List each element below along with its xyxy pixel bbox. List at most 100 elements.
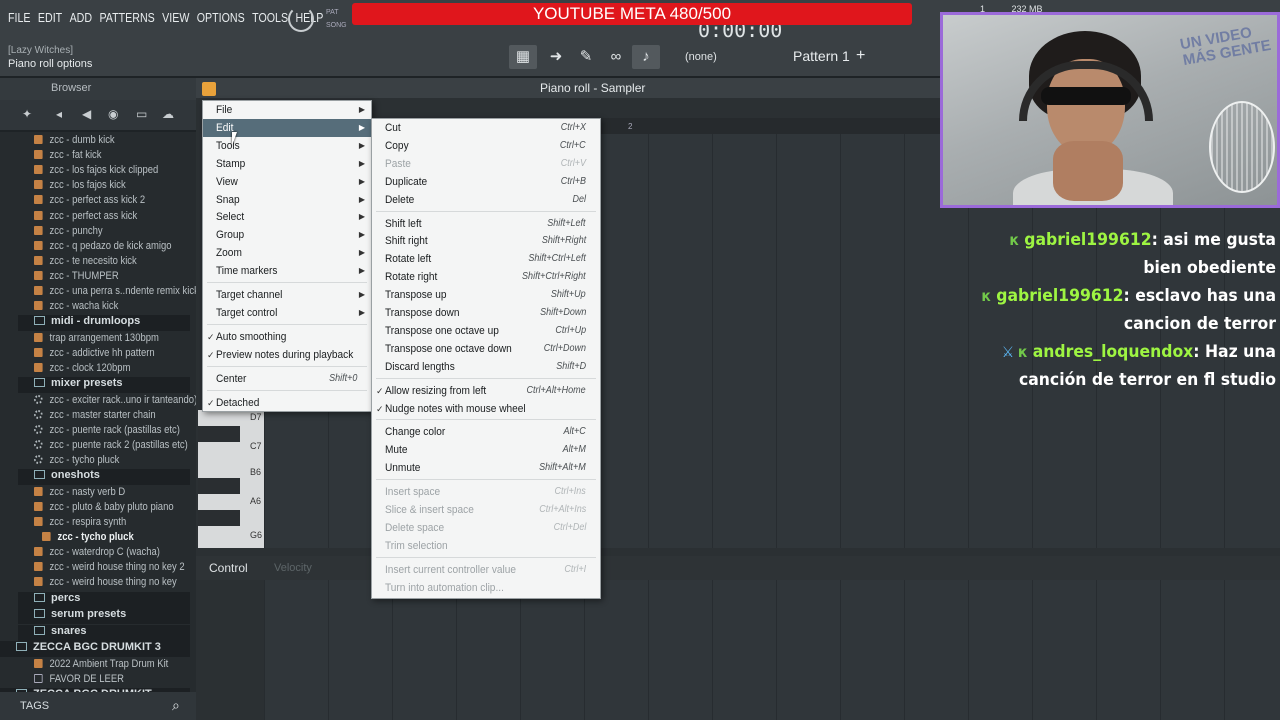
browser-folder[interactable]: oneshots xyxy=(18,469,190,486)
menu-tools[interactable]: TOOLS xyxy=(252,10,288,25)
menu-item-delete[interactable]: Delete Del xyxy=(372,191,600,209)
event-editor[interactable] xyxy=(264,580,1280,720)
browser-item[interactable]: zcc - pluto & baby pluto piano xyxy=(34,501,174,516)
cloud-icon[interactable]: ☁ xyxy=(162,107,174,121)
browser-item[interactable]: zcc - master starter chain xyxy=(34,409,156,424)
menu-item-detached[interactable]: ✓ Detached xyxy=(203,394,371,412)
browser-item[interactable]: zcc - te necesito kick xyxy=(34,255,137,270)
menu-item-mute[interactable]: Mute Alt+M xyxy=(372,441,600,459)
menu-item-allow-resizing-from-left[interactable]: ✓ Allow resizing from left Ctrl+Alt+Home xyxy=(372,382,600,400)
menu-item-center[interactable]: Center Shift+0 xyxy=(203,370,371,388)
step-edit-button[interactable]: ➜ xyxy=(542,45,570,69)
menu-item-unmute[interactable]: Unmute Shift+Alt+M xyxy=(372,459,600,477)
browser-item[interactable]: trap arrangement 130bpm xyxy=(34,332,159,347)
menu-item-transpose-one-octave-down[interactable]: Transpose one octave down Ctrl+Down xyxy=(372,340,600,358)
menu-item-snap[interactable]: Snap ▶ xyxy=(203,191,371,209)
menu-item-time-markers[interactable]: Time markers ▶ xyxy=(203,262,371,280)
browser-folder[interactable]: snares xyxy=(18,624,190,641)
piano-roll-options-button[interactable] xyxy=(202,82,216,96)
menu-item-copy[interactable]: Copy Ctrl+C xyxy=(372,137,600,155)
browser-item[interactable]: zcc - clock 120bpm xyxy=(34,362,130,377)
menu-item-transpose-up[interactable]: Transpose up Shift+Up xyxy=(372,286,600,304)
menu-edit[interactable]: EDIT xyxy=(38,10,62,25)
menu-item-preview-notes-during-playback[interactable]: ✓ Preview notes during playback xyxy=(203,346,371,364)
browser-item[interactable]: zcc - perfect ass kick xyxy=(34,210,137,225)
browser-folder[interactable]: mixer presets xyxy=(18,377,190,394)
link-button[interactable]: ∞ xyxy=(602,45,630,69)
black-key[interactable] xyxy=(198,478,240,494)
menu-item-rotate-right[interactable]: Rotate right Shift+Ctrl+Right xyxy=(372,268,600,286)
menu-view[interactable]: VIEW xyxy=(162,10,189,25)
menu-item-select[interactable]: Select ▶ xyxy=(203,208,371,226)
pattern-selector[interactable]: Pattern 1 xyxy=(793,48,850,64)
browser-item[interactable]: FAVOR DE LEER xyxy=(34,673,124,688)
browser-item[interactable]: zcc - puente rack 2 (pastillas etc) xyxy=(34,439,188,454)
browser-folder[interactable]: midi - drumloops xyxy=(18,315,190,332)
menu-file[interactable]: FILE xyxy=(8,10,31,25)
menu-item-edit[interactable]: Edit ▶ xyxy=(203,118,371,137)
browser-item[interactable]: zcc - weird house thing no key xyxy=(34,576,177,591)
main-volume-knob[interactable] xyxy=(288,6,314,32)
browser-item[interactable]: zcc - una perra s..ndente remix kick xyxy=(34,285,196,300)
browser-item[interactable]: zcc - dumb kick xyxy=(34,134,115,149)
add-pattern-icon[interactable]: + xyxy=(856,47,865,65)
menu-options[interactable]: OPTIONS xyxy=(197,10,245,25)
menu-item-transpose-down[interactable]: Transpose down Shift+Down xyxy=(372,304,600,322)
browser-item[interactable]: zcc - addictive hh pattern xyxy=(34,347,155,362)
menu-item-duplicate[interactable]: Duplicate Ctrl+B xyxy=(372,173,600,191)
menu-item-cut[interactable]: Cut Ctrl+X xyxy=(372,119,600,137)
typing-keyboard-button[interactable]: ▦ xyxy=(509,45,537,69)
folder-icon[interactable]: ▭ xyxy=(136,107,147,121)
menu-item-file[interactable]: File ▶ xyxy=(203,101,371,119)
browser-folder[interactable]: serum presets xyxy=(18,608,190,625)
browser-item[interactable]: zcc - perfect ass kick 2 xyxy=(34,194,145,209)
menu-item-transpose-one-octave-up[interactable]: Transpose one octave up Ctrl+Up xyxy=(372,322,600,340)
menu-patterns[interactable]: PATTERNS xyxy=(99,10,154,25)
menu-item-change-color[interactable]: Change color Alt+C xyxy=(372,423,600,441)
menu-add[interactable]: ADD xyxy=(70,10,93,25)
search-icon[interactable]: ⌕ xyxy=(172,697,180,714)
globe-icon[interactable]: ◉ xyxy=(108,107,118,121)
browser-item[interactable]: 2022 Ambient Trap Drum Kit xyxy=(34,658,168,673)
menu-item-shift-left[interactable]: Shift left Shift+Left xyxy=(372,215,600,233)
menu-item-target-control[interactable]: Target control ▶ xyxy=(203,304,371,322)
browser-item[interactable]: zcc - q pedazo de kick amigo xyxy=(34,240,171,255)
control-selector[interactable]: Control xyxy=(209,561,248,575)
black-key[interactable] xyxy=(198,510,240,526)
menu-item-view[interactable]: View ▶ xyxy=(203,173,371,191)
menu-item-tools[interactable]: Tools ▶ xyxy=(203,137,371,155)
menu-item-rotate-left[interactable]: Rotate left Shift+Ctrl+Left xyxy=(372,250,600,268)
black-key[interactable] xyxy=(198,426,240,442)
browser-item[interactable]: zcc - los fajos kick clipped xyxy=(34,164,158,179)
menu-item-auto-smoothing[interactable]: ✓ Auto smoothing xyxy=(203,328,371,346)
browser-item[interactable]: zcc - puente rack (pastillas etc) xyxy=(34,424,180,439)
menu-item-target-channel[interactable]: Target channel ▶ xyxy=(203,286,371,304)
browser-item[interactable]: zcc - punchy xyxy=(34,225,103,240)
metronome-button[interactable]: ♪ xyxy=(632,45,660,69)
snap-selector[interactable]: (none) xyxy=(685,51,717,63)
menu-item-nudge-notes-with-mouse-wheel[interactable]: ✓ Nudge notes with mouse wheel xyxy=(372,400,600,418)
browser-item[interactable]: zcc - tycho pluck xyxy=(34,454,119,469)
browser-item[interactable]: zcc - exciter rack..uno ir tanteando) xyxy=(34,394,196,409)
browser-folder[interactable]: percs xyxy=(18,591,190,608)
speaker-icon[interactable]: ◀ xyxy=(82,107,91,121)
menu-item-shift-right[interactable]: Shift right Shift+Right xyxy=(372,232,600,250)
browser-item[interactable]: zcc - tycho pluck xyxy=(42,531,134,546)
draw-tool-button[interactable]: ✎ xyxy=(572,45,600,69)
browser-item[interactable]: zcc - los fajos kick xyxy=(34,179,126,194)
browser-item[interactable]: zcc - nasty verb D xyxy=(34,486,125,501)
all-files-icon[interactable]: ✦ xyxy=(22,107,32,121)
menu-item-stamp[interactable]: Stamp ▶ xyxy=(203,155,371,173)
browser-item[interactable]: zcc - wacha kick xyxy=(34,300,118,315)
browser-item[interactable]: zcc - waterdrop C (wacha) xyxy=(34,546,160,561)
browser-item[interactable]: zcc - fat kick xyxy=(34,149,102,164)
browser-item[interactable]: zcc - THUMPER xyxy=(34,270,119,285)
browser-item[interactable]: zcc - respira synth xyxy=(34,516,126,531)
back-icon[interactable]: ◂ xyxy=(56,107,62,121)
browser-item[interactable]: zcc - weird house thing no key 2 xyxy=(34,561,185,576)
menu-item-zoom[interactable]: Zoom ▶ xyxy=(203,244,371,262)
pat-song-switch[interactable]: PAT SONG xyxy=(326,6,352,34)
menu-item-group[interactable]: Group ▶ xyxy=(203,226,371,244)
menu-item-discard-lengths[interactable]: Discard lengths Shift+D xyxy=(372,358,600,376)
browser-folder[interactable]: ZECCA BGC DRUMKIT 3 xyxy=(0,641,190,658)
